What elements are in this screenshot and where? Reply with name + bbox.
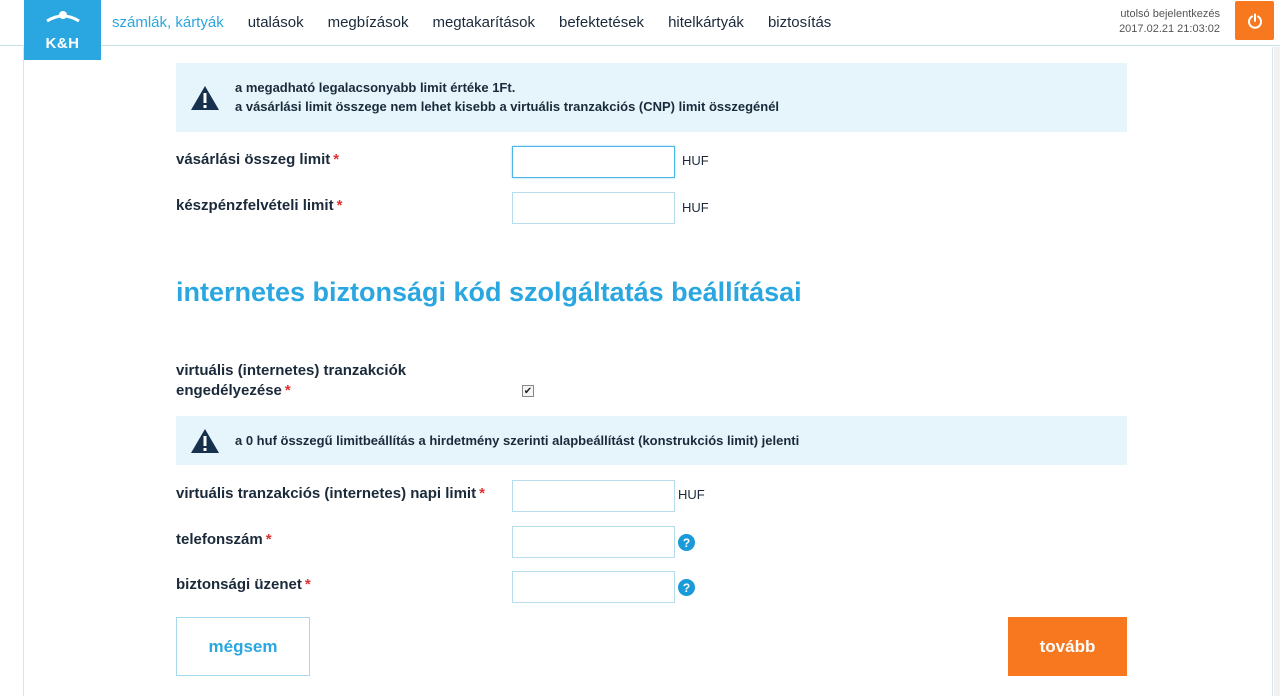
- warning-icon: [191, 429, 219, 453]
- purchase-limit-label: vásárlási összeg limit *: [176, 150, 339, 170]
- main-nav: számlák, kártyák utalások megbízások meg…: [112, 14, 855, 31]
- cash-limit-label: készpénzfelvételi limit *: [176, 196, 342, 216]
- daily-limit-label-text: virtuális tranzakciós (internetes) napi …: [176, 485, 477, 502]
- phone-input[interactable]: [512, 526, 675, 558]
- kh-logo[interactable]: K&H: [24, 0, 101, 60]
- info-box-limits: a megadható legalacsonyabb limit értéke …: [176, 63, 1127, 132]
- security-message-input[interactable]: [512, 571, 675, 603]
- nav-item-befektetesek[interactable]: befektetések: [559, 14, 644, 31]
- required-mark: *: [265, 531, 272, 548]
- info-line-1: a megadható legalacsonyabb limit értéke …: [235, 80, 516, 95]
- next-button[interactable]: tovább: [1008, 617, 1127, 676]
- virtual-enable-label-line2: engedélyezése: [176, 382, 282, 399]
- required-mark: *: [333, 151, 340, 168]
- logout-button[interactable]: [1235, 1, 1274, 40]
- top-navigation-bar: K&H számlák, kártyák utalások megbízások…: [0, 0, 1280, 60]
- nav-item-biztositas[interactable]: biztosítás: [768, 14, 831, 31]
- nav-item-szamlak-kartyak[interactable]: számlák, kártyák: [112, 14, 224, 31]
- required-mark: *: [304, 576, 311, 593]
- phone-label: telefonszám *: [176, 530, 272, 550]
- cash-limit-unit: HUF: [682, 200, 709, 215]
- purchase-limit-label-text: vásárlási összeg limit: [176, 151, 331, 168]
- warning-icon: [191, 86, 219, 110]
- required-mark: *: [284, 382, 291, 399]
- nav-item-megtakaritasok[interactable]: megtakarítások: [432, 14, 535, 31]
- last-login-label: utolsó bejelentkezés: [1120, 8, 1220, 20]
- scrollbar[interactable]: [1274, 47, 1280, 696]
- purchase-limit-input[interactable]: [512, 146, 675, 178]
- cash-limit-label-text: készpénzfelvételi limit: [176, 197, 334, 214]
- nav-item-hitelkartyak[interactable]: hitelkártyák: [668, 14, 744, 31]
- last-login-info: utolsó bejelentkezés 2017.02.21 21:03:02: [1119, 7, 1220, 37]
- security-message-label: biztonsági üzenet *: [176, 575, 311, 595]
- security-message-help-icon[interactable]: ?: [678, 579, 695, 596]
- info-box-default-limit-text: a 0 huf összegű limitbeállítás a hirdetm…: [235, 433, 800, 448]
- daily-limit-input[interactable]: [512, 480, 675, 512]
- power-icon: [1247, 13, 1262, 29]
- daily-limit-unit: HUF: [678, 487, 705, 502]
- checkmark-icon: ✔: [523, 385, 533, 397]
- logo-text: K&H: [45, 34, 80, 52]
- kh-logo-icon: [45, 10, 80, 22]
- purchase-limit-unit: HUF: [682, 153, 709, 168]
- phone-help-icon[interactable]: ?: [678, 534, 695, 551]
- required-mark: *: [479, 485, 485, 502]
- last-login-value: 2017.02.21 21:03:02: [1119, 23, 1220, 35]
- info-box-default-limit: a 0 huf összegű limitbeállítás a hirdetm…: [176, 416, 1127, 465]
- required-mark: *: [336, 197, 343, 214]
- info-box-limits-text: a megadható legalacsonyabb limit értéke …: [235, 78, 779, 116]
- virtual-enable-label-line1: virtuális (internetes) tranzakciók: [176, 362, 407, 379]
- security-message-label-text: biztonsági üzenet: [176, 576, 302, 593]
- section-title: internetes biztonsági kód szolgáltatás b…: [176, 277, 802, 307]
- daily-limit-label: virtuális tranzakciós (internetes) napi …: [176, 484, 485, 504]
- virtual-enable-label-line2-wrap: engedélyezése *: [176, 381, 406, 401]
- cash-limit-input[interactable]: [512, 192, 675, 224]
- phone-label-text: telefonszám: [176, 531, 263, 548]
- nav-item-utalasok[interactable]: utalások: [248, 14, 304, 31]
- virtual-enable-label: virtuális (internetes) tranzakciók enged…: [176, 361, 406, 401]
- cancel-button[interactable]: mégsem: [176, 617, 310, 676]
- nav-item-megbizasok[interactable]: megbízások: [328, 14, 409, 31]
- virtual-enable-checkbox[interactable]: ✔: [522, 385, 534, 397]
- info-line-2: a vásárlási limit összege nem lehet kise…: [235, 99, 780, 114]
